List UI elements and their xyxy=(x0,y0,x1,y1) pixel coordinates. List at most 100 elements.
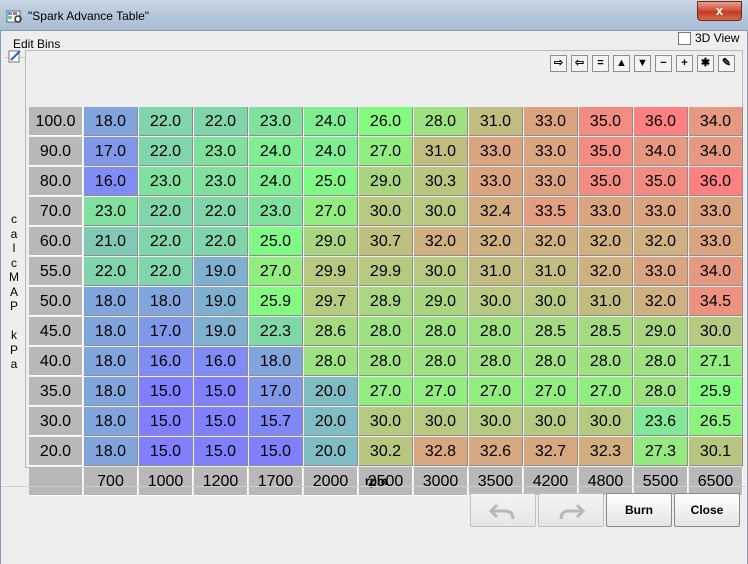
table-cell[interactable]: 32.4 xyxy=(469,197,523,226)
table-cell[interactable]: 36.0 xyxy=(634,107,688,136)
table-cell[interactable]: 32.0 xyxy=(414,227,468,256)
table-cell[interactable]: 17.0 xyxy=(249,377,303,406)
table-cell[interactable]: 16.0 xyxy=(84,167,138,196)
table-cell[interactable]: 20.0 xyxy=(304,377,358,406)
table-cell[interactable]: 22.0 xyxy=(194,107,248,136)
table-cell[interactable]: 27.0 xyxy=(304,197,358,226)
table-cell[interactable]: 32.0 xyxy=(634,287,688,316)
table-cell[interactable]: 26.0 xyxy=(359,107,413,136)
table-cell[interactable]: 23.0 xyxy=(194,137,248,166)
table-cell[interactable]: 22.0 xyxy=(194,197,248,226)
table-cell[interactable]: 15.0 xyxy=(194,407,248,436)
table-cell[interactable]: 32.0 xyxy=(469,227,523,256)
table-cell[interactable]: 22.0 xyxy=(139,197,193,226)
table-cell[interactable]: 30.0 xyxy=(359,197,413,226)
table-cell[interactable]: 24.0 xyxy=(304,137,358,166)
table-cell[interactable]: 22.3 xyxy=(249,317,303,346)
triangle-down-icon[interactable]: ▼ xyxy=(634,55,651,72)
table-cell[interactable]: 35.0 xyxy=(579,107,633,136)
table-cell[interactable]: 33.0 xyxy=(634,197,688,226)
table-cell[interactable]: 28.5 xyxy=(579,317,633,346)
table-cell[interactable]: 16.0 xyxy=(194,347,248,376)
table-cell[interactable]: 15.0 xyxy=(139,377,193,406)
table-cell[interactable]: 31.0 xyxy=(469,257,523,286)
table-cell[interactable]: 25.0 xyxy=(304,167,358,196)
table-cell[interactable]: 33.5 xyxy=(524,197,578,226)
table-cell[interactable]: 28.9 xyxy=(359,287,413,316)
table-cell[interactable]: 30.0 xyxy=(469,287,523,316)
table-cell[interactable]: 15.0 xyxy=(194,437,248,466)
table-cell[interactable]: 15.0 xyxy=(194,377,248,406)
table-cell[interactable]: 19.0 xyxy=(194,287,248,316)
table-cell[interactable]: 19.0 xyxy=(194,317,248,346)
table-cell[interactable]: 28.0 xyxy=(524,347,578,376)
equals-icon[interactable]: = xyxy=(592,55,609,72)
plus-icon[interactable]: + xyxy=(676,55,693,72)
table-cell[interactable]: 33.0 xyxy=(689,197,743,226)
table-cell[interactable]: 19.0 xyxy=(194,257,248,286)
table-cell[interactable]: 28.6 xyxy=(304,317,358,346)
table-cell[interactable]: 28.0 xyxy=(469,347,523,376)
table-cell[interactable]: 28.0 xyxy=(414,317,468,346)
table-cell[interactable]: 32.7 xyxy=(524,437,578,466)
table-cell[interactable]: 33.0 xyxy=(524,167,578,196)
table-cell[interactable]: 27.0 xyxy=(249,257,303,286)
table-cell[interactable]: 24.0 xyxy=(304,107,358,136)
table-cell[interactable]: 25.9 xyxy=(249,287,303,316)
table-cell[interactable]: 35.0 xyxy=(634,167,688,196)
table-cell[interactable]: 33.0 xyxy=(689,227,743,256)
table-cell[interactable]: 32.0 xyxy=(524,227,578,256)
table-cell[interactable]: 27.0 xyxy=(359,377,413,406)
table-cell[interactable]: 35.0 xyxy=(579,137,633,166)
table-cell[interactable]: 15.7 xyxy=(249,407,303,436)
table-cell[interactable]: 30.0 xyxy=(689,317,743,346)
table-cell[interactable]: 25.0 xyxy=(249,227,303,256)
table-cell[interactable]: 29.0 xyxy=(414,287,468,316)
table-cell[interactable]: 15.0 xyxy=(139,407,193,436)
table-cell[interactable]: 15.0 xyxy=(139,437,193,466)
table-cell[interactable]: 34.5 xyxy=(689,287,743,316)
table-cell[interactable]: 29.7 xyxy=(304,287,358,316)
table-cell[interactable]: 22.0 xyxy=(139,227,193,256)
table-cell[interactable]: 18.0 xyxy=(139,287,193,316)
table-cell[interactable]: 18.0 xyxy=(84,317,138,346)
table-cell[interactable]: 27.0 xyxy=(359,137,413,166)
table-cell[interactable]: 30.0 xyxy=(414,197,468,226)
table-cell[interactable]: 28.0 xyxy=(414,347,468,376)
edit-pencil-icon[interactable] xyxy=(8,49,22,63)
table-cell[interactable]: 23.0 xyxy=(84,197,138,226)
table-cell[interactable]: 34.0 xyxy=(689,137,743,166)
table-cell[interactable]: 20.0 xyxy=(304,437,358,466)
arrow-left-icon[interactable]: ⇦ xyxy=(571,55,588,72)
table-cell[interactable]: 27.0 xyxy=(524,377,578,406)
table-cell[interactable]: 30.0 xyxy=(359,407,413,436)
pencil-icon[interactable]: ✎ xyxy=(718,55,735,72)
table-cell[interactable]: 18.0 xyxy=(84,287,138,316)
table-cell[interactable]: 29.0 xyxy=(304,227,358,256)
table-cell[interactable]: 30.0 xyxy=(524,407,578,436)
table-cell[interactable]: 27.0 xyxy=(579,377,633,406)
table-cell[interactable]: 29.9 xyxy=(359,257,413,286)
window-close-button[interactable]: x xyxy=(697,1,742,21)
table-cell[interactable]: 27.0 xyxy=(414,377,468,406)
table-cell[interactable]: 15.0 xyxy=(249,437,303,466)
table-cell[interactable]: 23.0 xyxy=(249,107,303,136)
table-cell[interactable]: 22.0 xyxy=(139,257,193,286)
table-cell[interactable]: 28.0 xyxy=(634,377,688,406)
table-cell[interactable]: 30.0 xyxy=(524,287,578,316)
undo-button[interactable] xyxy=(470,493,536,527)
table-cell[interactable]: 33.0 xyxy=(524,107,578,136)
table-cell[interactable]: 31.0 xyxy=(414,137,468,166)
table-cell[interactable]: 24.0 xyxy=(249,137,303,166)
table-cell[interactable]: 16.0 xyxy=(139,347,193,376)
table-cell[interactable]: 30.0 xyxy=(414,257,468,286)
table-cell[interactable]: 27.3 xyxy=(634,437,688,466)
table-cell[interactable]: 28.0 xyxy=(304,347,358,376)
table-cell[interactable]: 33.0 xyxy=(469,167,523,196)
table-cell[interactable]: 22.0 xyxy=(139,107,193,136)
table-cell[interactable]: 28.0 xyxy=(414,107,468,136)
table-cell[interactable]: 27.1 xyxy=(689,347,743,376)
table-cell[interactable]: 34.0 xyxy=(634,137,688,166)
table-cell[interactable]: 34.0 xyxy=(689,257,743,286)
table-cell[interactable]: 23.6 xyxy=(634,407,688,436)
